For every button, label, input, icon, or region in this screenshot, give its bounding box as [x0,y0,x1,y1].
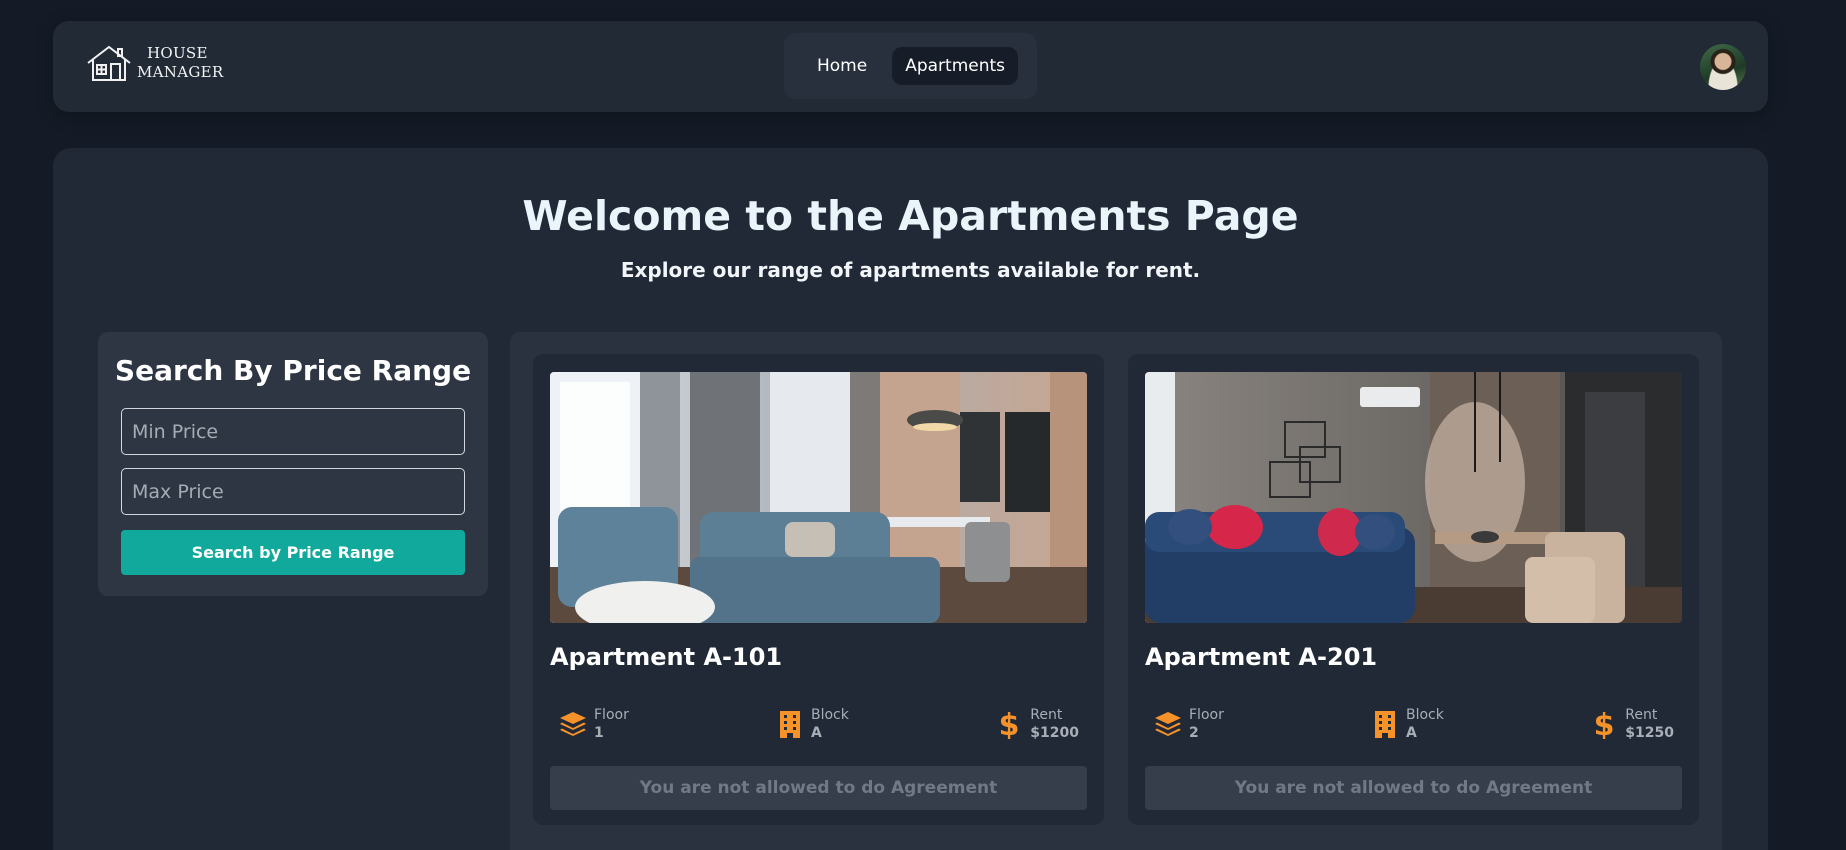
rent-stat: $ Rent $1200 [994,706,1079,742]
dollar-icon: $ [1594,709,1615,739]
apartment-stats: Floor 1 Block A $ Rent $1200 [550,706,1087,746]
building-icon [780,711,800,738]
block-label: Block [811,707,849,723]
floor-stat: Floor 2 [1153,706,1224,742]
nav-links: Home Apartments [784,33,1037,99]
agreement-button[interactable]: You are not allowed to do Agreement [1145,766,1682,810]
search-by-price-button[interactable]: Search by Price Range [121,530,465,575]
nav-link-home[interactable]: Home [804,47,880,85]
building-icon [1375,711,1395,738]
top-navbar: HOUSE MANAGER Home Apartments [53,21,1768,112]
apartment-stats: Floor 2 Block A $ Rent $1250 [1145,706,1682,746]
agreement-button[interactable]: You are not allowed to do Agreement [550,766,1087,810]
logo[interactable]: HOUSE MANAGER [85,43,223,83]
block-label: Block [1406,707,1444,723]
layers-icon [1155,712,1181,736]
apartment-card: Apartment A-101 Floor 1 Block A $ Rent $… [533,354,1104,825]
floor-label: Floor [1189,707,1224,723]
layers-icon [560,712,586,736]
floor-value: 2 [1189,725,1199,741]
rent-label: Rent [1030,707,1063,723]
block-stat: Block A [775,706,849,742]
house-logo-icon [87,45,131,81]
rent-value: $1250 [1625,725,1674,741]
main-content: Welcome to the Apartments Page Explore o… [53,148,1768,850]
rent-stat: $ Rent $1250 [1589,706,1674,742]
min-price-input[interactable] [121,408,465,455]
user-avatar[interactable] [1700,44,1746,90]
block-value: A [1406,725,1417,741]
apartment-card: Apartment A-201 Floor 2 Block A $ Rent $… [1128,354,1699,825]
price-search-panel: Search By Price Range Search by Price Ra… [98,332,488,596]
dollar-icon: $ [999,709,1020,739]
rent-label: Rent [1625,707,1658,723]
svg-text:$: $ [999,709,1020,739]
page-subtitle: Explore our range of apartments availabl… [620,258,1201,282]
apartment-name: Apartment A-201 [1145,643,1378,671]
floor-value: 1 [594,725,604,741]
max-price-input[interactable] [121,468,465,515]
floor-stat: Floor 1 [558,706,629,742]
logo-text: HOUSE MANAGER [137,44,223,82]
rent-value: $1200 [1030,725,1079,741]
apartment-name: Apartment A-101 [550,643,783,671]
logo-line-2: MANAGER [137,63,224,81]
apartment-photo [1145,372,1682,623]
svg-text:$: $ [1594,709,1615,739]
block-value: A [811,725,822,741]
search-title: Search By Price Range [114,354,472,387]
block-stat: Block A [1370,706,1444,742]
nav-link-apartments[interactable]: Apartments [892,47,1019,85]
apartment-photo [550,372,1087,623]
page-title: Welcome to the Apartments Page [522,192,1299,240]
logo-line-1: HOUSE [147,44,208,62]
apartments-grid: Apartment A-101 Floor 1 Block A $ Rent $… [510,332,1722,850]
floor-label: Floor [594,707,629,723]
